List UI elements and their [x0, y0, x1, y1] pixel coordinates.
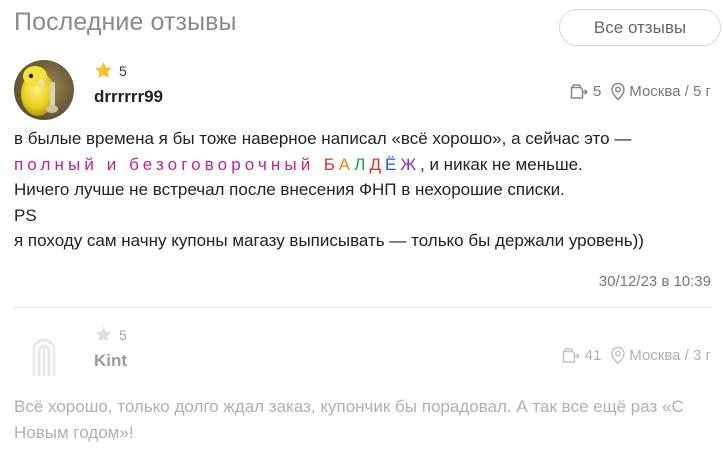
- rating-value: 5: [119, 62, 127, 79]
- review-meta: 5 Москва / 5 г: [569, 82, 711, 101]
- star-icon: [95, 326, 112, 342]
- review-card: 5 drrrrrr99 5 Москва / 5 г в былые време…: [14, 58, 711, 298]
- review-line: PS: [14, 205, 37, 225]
- cart-box-icon: [562, 347, 580, 363]
- review-date: 30/12/23 в 10:39: [598, 273, 711, 290]
- rainbow-letter: Л: [354, 154, 370, 174]
- avatar[interactable]: [14, 60, 74, 120]
- divider: [14, 307, 711, 308]
- review-line: Всё хорошо, только долго ждал заказ, куп…: [14, 397, 684, 442]
- rating-value: 5: [119, 326, 127, 343]
- username[interactable]: drrrrrr99: [94, 87, 163, 107]
- username[interactable]: Kint: [94, 351, 127, 371]
- review-line: в былые времена я бы тоже наверное напис…: [14, 129, 632, 148]
- cart-box-icon: [570, 83, 588, 99]
- order-count: 5: [592, 83, 602, 100]
- location-text: Москва / 3 г: [629, 347, 711, 364]
- review-line-colored: полный и безоговорочный БАЛДЁЖ, и никак …: [14, 152, 711, 178]
- review-line: Ничего лучше не встречал после внесения …: [14, 180, 565, 199]
- review-text: Всё хорошо, только долго ждал заказ, куп…: [14, 394, 711, 445]
- review-text: в былые времена я бы тоже наверное напис…: [14, 126, 711, 254]
- review-meta: 41 Москва / 3 г: [561, 346, 711, 365]
- review-line: я походу сам начну купоны магазу выписыв…: [14, 231, 644, 250]
- review-line-rest: , и никак не меньше.: [420, 154, 583, 174]
- location-pin-icon: [611, 346, 626, 365]
- rainbow-letter: А: [338, 154, 355, 174]
- location-pin-icon: [611, 82, 626, 101]
- all-reviews-button[interactable]: Все отзывы: [559, 9, 721, 46]
- order-count: 41: [584, 347, 602, 364]
- avatar[interactable]: [14, 324, 74, 384]
- review-rating: 5: [94, 61, 127, 80]
- rainbow-letter: Б: [323, 154, 339, 174]
- rainbow-letter: Ж: [400, 154, 421, 174]
- section-title: Последние отзывы: [14, 8, 237, 36]
- section-header: Последние отзывы Все отзывы: [14, 6, 723, 46]
- star-icon: [95, 62, 112, 78]
- rainbow-letter: Д: [369, 154, 385, 174]
- pink-spaced-text: полный и безоговорочный: [14, 154, 315, 174]
- review-rating: 5: [94, 325, 127, 344]
- location-text: Москва / 5 г: [629, 83, 711, 100]
- rainbow-text: БАЛДЁЖ: [324, 155, 420, 174]
- rainbow-letter: Ё: [384, 154, 401, 174]
- brand-logo-icon: [32, 338, 56, 376]
- review-card: 5 Kint 41 Москва / 3 г Всё хорошо, тольк…: [14, 322, 711, 454]
- avatar-image: [14, 60, 74, 120]
